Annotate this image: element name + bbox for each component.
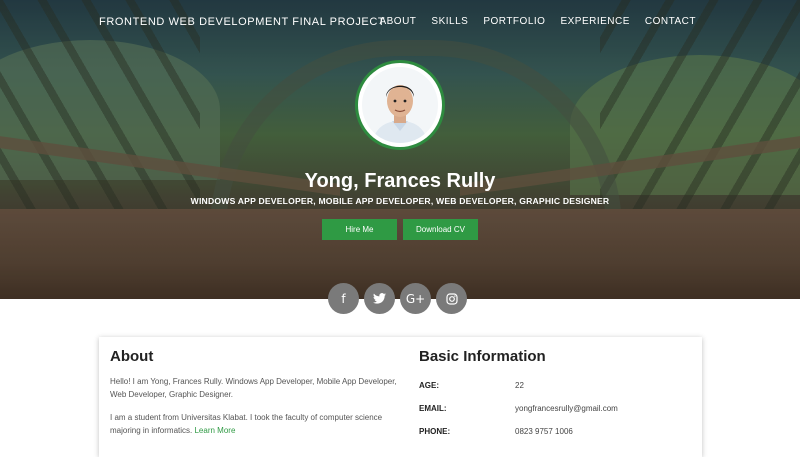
about-paragraph-1: Hello! I am Yong, Frances Rully. Windows… <box>110 377 397 399</box>
instagram-icon[interactable] <box>436 283 467 314</box>
info-key: PHONE: <box>419 427 451 436</box>
google-plus-icon[interactable]: G+ <box>400 283 431 314</box>
social-links: f G+ <box>328 283 467 314</box>
main-nav: ABOUT SKILLS PORTFOLIO EXPERIENCE CONTAC… <box>379 16 696 27</box>
info-value: yongfrancesrully@gmail.com <box>515 404 618 413</box>
info-row-email: EMAIL: yongfrancesrully@gmail.com <box>419 404 689 413</box>
nav-about[interactable]: ABOUT <box>379 16 416 27</box>
nav-portfolio[interactable]: PORTFOLIO <box>483 16 545 27</box>
basic-info-section: Basic Information AGE: 22 EMAIL: yongfra… <box>419 348 689 436</box>
about-paragraph-2: I am a student from Universitas Klabat. … <box>110 411 400 437</box>
profile-name: Yong, Frances Rully <box>304 170 496 192</box>
info-row-age: AGE: 22 <box>419 381 689 390</box>
nav-contact[interactable]: CONTACT <box>645 16 696 27</box>
nav-skills[interactable]: SKILLS <box>431 16 468 27</box>
about-paragraph-2-text: I am a student from Universitas Klabat. … <box>110 413 383 435</box>
about-title: About <box>110 348 154 365</box>
nav-experience[interactable]: EXPERIENCE <box>560 16 629 27</box>
profile-roles: WINDOWS APP DEVELOPER, MOBILE APP DEVELO… <box>190 196 610 206</box>
profile-avatar <box>358 63 442 147</box>
info-key: AGE: <box>419 381 439 390</box>
learn-more-link[interactable]: Learn More <box>194 426 235 435</box>
facebook-icon[interactable]: f <box>328 283 359 314</box>
twitter-icon[interactable] <box>364 283 395 314</box>
about-card: About Hello! I am Yong, Frances Rully. W… <box>99 337 702 457</box>
download-cv-button[interactable]: Download CV <box>403 219 478 240</box>
info-key: EMAIL: <box>419 404 447 413</box>
site-brand[interactable]: FRONTEND WEB DEVELOPMENT FINAL PROJECT <box>99 16 385 28</box>
hire-me-button[interactable]: Hire Me <box>322 219 397 240</box>
hero-overlay <box>0 0 800 299</box>
info-row-phone: PHONE: 0823 9757 1006 <box>419 427 689 436</box>
about-section: About Hello! I am Yong, Frances Rully. W… <box>110 348 400 437</box>
info-value: 0823 9757 1006 <box>515 427 573 436</box>
hero-section: FRONTEND WEB DEVELOPMENT FINAL PROJECT A… <box>0 0 800 299</box>
profile-photo <box>362 67 438 143</box>
info-value: 22 <box>515 381 524 390</box>
basic-info-title: Basic Information <box>419 348 546 365</box>
